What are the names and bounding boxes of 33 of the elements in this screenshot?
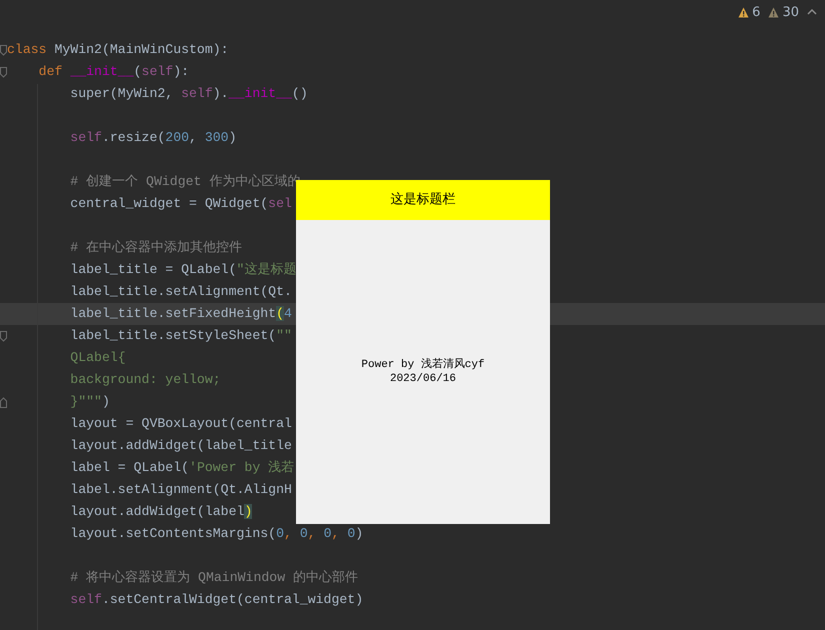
fold-marker-icon[interactable]: [0, 330, 7, 342]
code-line: QLabel{: [69, 349, 126, 367]
code-line: layout.setContentsMargins(0, 0, 0, 0): [69, 525, 364, 543]
code-line: super(MyWin2, self).__init__(): [69, 85, 308, 103]
title-label: 这是标题栏: [296, 180, 550, 220]
code-line: label_title = QLabel("这是标题: [69, 261, 296, 279]
code-line: background: yellow;: [69, 371, 221, 389]
code-line: label.setAlignment(Qt.AlignH: [69, 481, 292, 499]
fold-marker-icon[interactable]: [0, 44, 7, 56]
body-text: 2023/06/16: [390, 372, 456, 386]
code-line: label_title.setFixedHeight(4: [69, 305, 292, 323]
code-line: }"""): [69, 393, 110, 411]
warning-icon: [768, 7, 780, 18]
code-line: central_widget = QWidget(sel: [69, 195, 292, 213]
warning-icon: [738, 7, 750, 18]
code-line: layout = QVBoxLayout(central: [69, 415, 292, 433]
fold-marker-icon[interactable]: [0, 396, 7, 408]
code-line: label_title.setAlignment(Qt.: [69, 283, 292, 301]
code-line: class MyWin2(MainWinCustom):: [7, 41, 229, 59]
code-line: label_title.setStyleSheet("": [69, 327, 292, 345]
code-line: # 在中心容器中添加其他控件: [69, 239, 242, 257]
code-line: self.resize(200, 300): [69, 129, 237, 147]
fold-marker-icon[interactable]: [0, 66, 7, 78]
weak-warning-count[interactable]: 30: [782, 3, 799, 22]
code-line: # 将中心容器设置为 QMainWindow 的中心部件: [69, 569, 358, 587]
code-line: self.setCentralWidget(central_widget): [69, 591, 364, 609]
code-line: label = QLabel('Power by 浅若: [69, 459, 294, 477]
warning-count[interactable]: 6: [752, 3, 760, 22]
code-line: def __init__(self):: [38, 63, 190, 81]
code-line: layout.addWidget(label): [69, 503, 252, 521]
body-text: Power by 浅若清风cyf: [361, 358, 485, 372]
chevron-up-icon[interactable]: [807, 8, 817, 15]
code-line: layout.addWidget(label_title: [69, 437, 292, 455]
